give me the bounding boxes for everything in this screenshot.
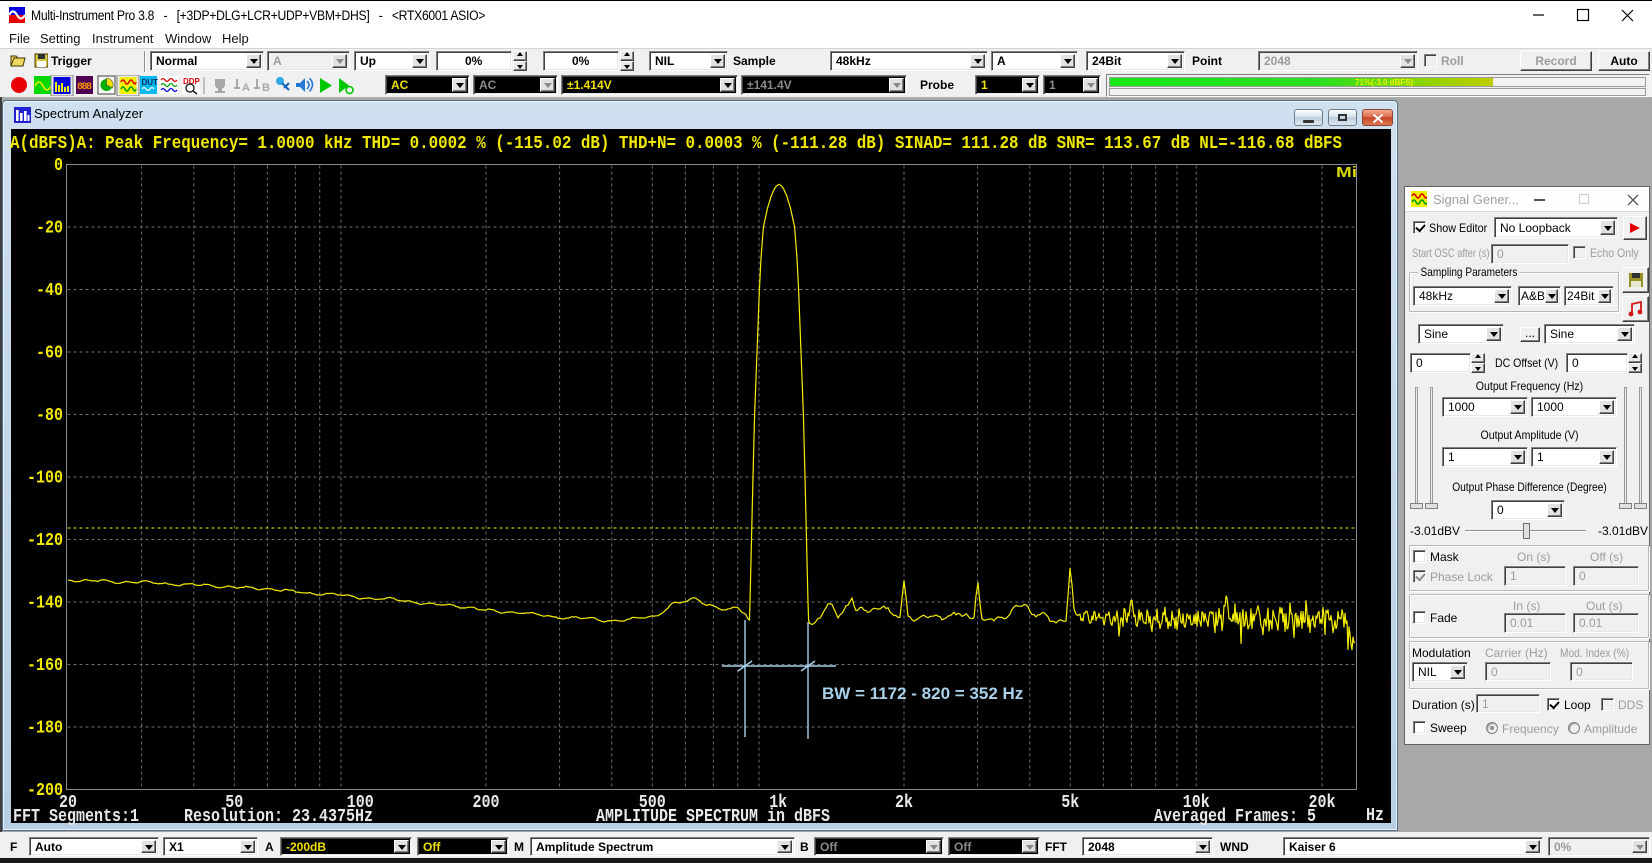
svg-text:FFT Segments:1: FFT Segments:1 xyxy=(13,807,139,827)
svg-text:-80: -80 xyxy=(36,406,63,426)
svg-text:Hz: Hz xyxy=(1366,806,1384,826)
svg-text:Mi: Mi xyxy=(1336,164,1357,181)
svg-text:-20: -20 xyxy=(36,219,63,239)
svg-text:A(dBFS)A: Peak Frequency= 1.0: A(dBFS)A: Peak Frequency= 1.0000 kHz THD… xyxy=(10,134,1342,154)
svg-text:Averaged Frames: 5: Averaged Frames: 5 xyxy=(1154,807,1316,827)
svg-text:-140: -140 xyxy=(27,594,63,614)
svg-text:-160: -160 xyxy=(27,656,63,676)
svg-text:-40: -40 xyxy=(36,281,63,301)
svg-text:-200: -200 xyxy=(27,781,63,801)
svg-text:-180: -180 xyxy=(27,719,63,739)
svg-text:200: 200 xyxy=(473,793,500,813)
svg-text:AMPLITUDE SPECTRUM in dBFS: AMPLITUDE SPECTRUM in dBFS xyxy=(596,807,830,827)
svg-text:2k: 2k xyxy=(895,793,913,813)
svg-text:0: 0 xyxy=(54,156,63,176)
svg-text:-100: -100 xyxy=(27,469,63,489)
svg-text:-60: -60 xyxy=(36,344,63,364)
svg-text:BW = 1172 - 820 = 352 Hz: BW = 1172 - 820 = 352 Hz xyxy=(822,684,1023,703)
svg-text:Resolution: 23.4375Hz: Resolution: 23.4375Hz xyxy=(184,807,373,827)
svg-text:5k: 5k xyxy=(1061,793,1079,813)
svg-text:-120: -120 xyxy=(27,531,63,551)
